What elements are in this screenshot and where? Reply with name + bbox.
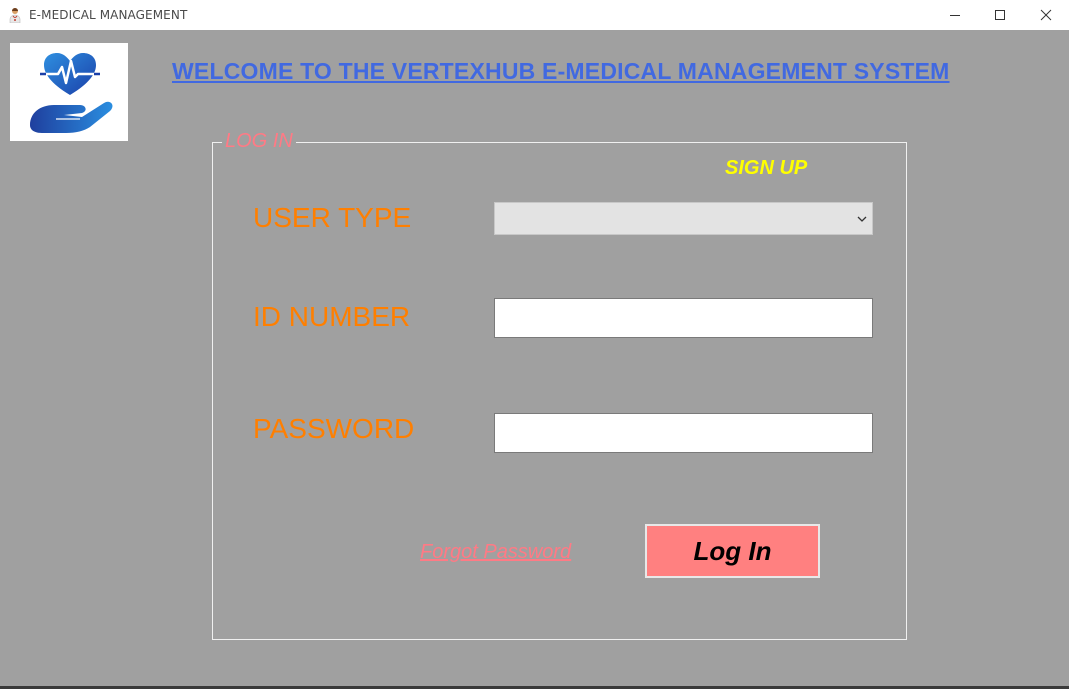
window-title: E-MEDICAL MANAGEMENT [29,8,188,22]
login-button[interactable]: Log In [645,524,820,578]
main-window: WELCOME TO THE VERTEXHUB E-MEDICAL MANAG… [0,30,1069,686]
minimize-button[interactable] [932,0,978,30]
minimize-icon [950,15,960,16]
sign-up-link[interactable]: SIGN UP [725,157,807,180]
password-label: PASSWORD [253,413,415,444]
logo [10,43,128,141]
doctor-icon [9,8,21,23]
user-type-label: USER TYPE [253,202,412,233]
heart-hand-care-icon [30,53,113,133]
login-legend: LOG IN [222,130,296,153]
id-number-input[interactable] [494,298,873,338]
chevron-down-icon [857,216,867,222]
user-type-select[interactable] [494,202,873,235]
title-bar: E-MEDICAL MANAGEMENT [0,0,1069,30]
welcome-heading: WELCOME TO THE VERTEXHUB E-MEDICAL MANAG… [172,58,950,84]
close-icon [1040,9,1052,21]
maximize-button[interactable] [977,0,1023,30]
close-button[interactable] [1023,0,1069,30]
forgot-password-link[interactable]: Forgot Password [420,541,571,564]
id-number-label: ID NUMBER [253,301,411,332]
maximize-icon [995,10,1005,20]
password-input[interactable] [494,413,873,453]
